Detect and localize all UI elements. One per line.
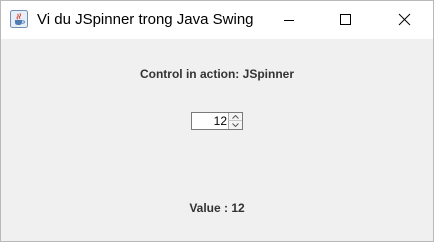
- minimize-icon: [284, 20, 294, 21]
- maximize-button[interactable]: [321, 1, 367, 39]
- spinner-decrement-button[interactable]: [228, 121, 242, 129]
- chevron-up-icon: [232, 115, 239, 119]
- spinner-increment-button[interactable]: [228, 113, 242, 121]
- value-label: Value : 12: [189, 201, 245, 215]
- app-window: Vi du JSpinner trong Java Swing Control …: [0, 0, 434, 242]
- java-cup-icon[interactable]: [10, 10, 28, 28]
- spinner-text-field[interactable]: 12: [192, 113, 228, 129]
- close-button[interactable]: [381, 1, 427, 39]
- minimize-button[interactable]: [271, 1, 317, 39]
- maximize-icon: [340, 14, 351, 25]
- chevron-down-icon: [232, 123, 239, 127]
- title-bar[interactable]: Vi du JSpinner trong Java Swing: [1, 1, 433, 39]
- heading-label: Control in action: JSpinner: [139, 67, 294, 81]
- close-icon: [398, 13, 411, 26]
- number-spinner[interactable]: 12: [191, 112, 243, 130]
- window-title: Vi du JSpinner trong Java Swing: [37, 11, 254, 28]
- content-pane: Control in action: JSpinner 12 Value : 1…: [1, 39, 433, 241]
